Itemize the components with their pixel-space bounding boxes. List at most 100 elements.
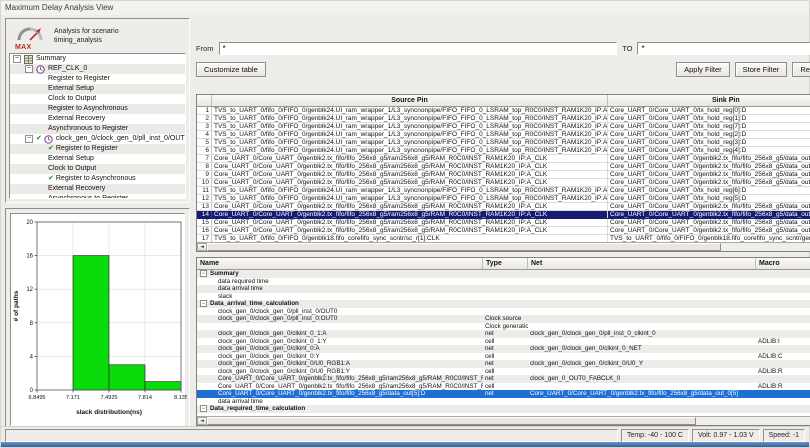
detail-row[interactable]: Core_UART_0/Core_UART_0/genblk2.tx_fifo/… — [197, 383, 810, 391]
tree-item-label: Register to Asynchronous — [48, 104, 128, 114]
path-detail-table: Name Type Net Macro −Summarydata require… — [196, 257, 810, 426]
path-row-8[interactable]: 8Core_UART_0/Core_UART_0/genblk2.tx_fifo… — [197, 163, 810, 171]
tree-item-register-to-asynchronous[interactable]: Register to Asynchronous — [10, 104, 185, 114]
scroll-left-icon[interactable]: ◄ — [197, 417, 207, 425]
path-row-16[interactable]: 16Core_UART_0/Core_UART_0/genblk2.tx_fif… — [197, 227, 810, 235]
detail-type-cell — [483, 300, 528, 308]
detail-macro-cell: ADLIB:R — [756, 383, 810, 391]
detail-hscroll-thumb[interactable] — [207, 417, 696, 425]
detail-row[interactable]: data required time — [197, 278, 810, 286]
tree-item-external-recovery[interactable]: External Recovery — [10, 184, 185, 194]
type-header[interactable]: Type — [483, 258, 528, 269]
detail-row[interactable]: clock_gen_0/clock_gen_0/pll_inst_0/OUT0 — [197, 308, 810, 316]
tree-item-external-setup[interactable]: External Setup — [10, 84, 185, 94]
detail-row[interactable]: slack — [197, 293, 810, 301]
tree-item-external-recovery[interactable]: External Recovery — [10, 114, 185, 124]
x-tick-label: 7.814 — [138, 395, 152, 401]
detail-net-cell — [528, 323, 756, 331]
detail-row[interactable]: −Data_required_time_calculation — [197, 405, 810, 413]
detail-name-text: Core_UART_0/Core_UART_0/genblk2.tx_fifo/… — [218, 375, 483, 383]
store-filter-button[interactable]: Store Filter — [735, 62, 788, 77]
reset-filter-button[interactable]: Reset Filter — [792, 62, 810, 77]
detail-expander-icon[interactable]: − — [200, 270, 207, 277]
paths-rows: 1TVS_to_UART_0/fifo_0/FIFO_0/genblk24.UI… — [197, 107, 810, 242]
paths-table: Source Pin Sink Pin 1TVS_to_UART_0/fifo_… — [196, 94, 810, 252]
detail-row[interactable]: Clock generation — [197, 323, 810, 331]
from-input[interactable] — [219, 42, 618, 55]
path-row-5[interactable]: 5TVS_to_UART_0/fifo_0/FIFO_0/genblk24.UI… — [197, 139, 810, 147]
path-row-11[interactable]: 11TVS_to_UART_0/fifo_0/FIFO_0/genblk24.U… — [197, 187, 810, 195]
path-row-7[interactable]: 7Core_UART_0/Core_UART_0/genblk2.tx_fifo… — [197, 155, 810, 163]
detail-macro-cell — [756, 330, 810, 338]
window-bottom-edge — [1, 442, 809, 447]
detail-row[interactable]: data arrival time — [197, 398, 810, 406]
row-number: 15 — [197, 219, 212, 226]
tree-item-clock-gen-0-clock-gen-0-pll-inst-0-out0[interactable]: −✔clock_gen_0/clock_gen_0/pll_inst_0/OUT… — [10, 134, 185, 144]
tree-item-clock-to-output[interactable]: Clock to Output — [10, 94, 185, 104]
detail-row[interactable]: data arrival time — [197, 285, 810, 293]
tree-item-label: Summary — [36, 54, 66, 64]
detail-row[interactable]: clock_gen_0/clock_gen_0/pll_inst_0:OUT0C… — [197, 315, 810, 323]
detail-row[interactable]: clock_gen_0/clock_gen_0/clkint_0_1:Ycell… — [197, 338, 810, 346]
detail-row[interactable]: −Summary — [197, 270, 810, 278]
detail-macro-cell: ADLIB:R — [756, 368, 810, 376]
path-row-4[interactable]: 4TVS_to_UART_0/fifo_0/FIFO_0/genblk24.UI… — [197, 131, 810, 139]
net-header[interactable]: Net — [528, 258, 756, 269]
tree-item-asynchronous-to-register[interactable]: Asynchronous to Register — [10, 124, 185, 134]
name-header[interactable]: Name — [197, 258, 483, 269]
tree-item-asynchronous-to-register[interactable]: Asynchronous to Register — [10, 194, 185, 199]
tree-item-summary[interactable]: − Summary — [10, 54, 185, 64]
source-pin-cell: TVS_to_UART_0/fifo_0/FIFO_0/genblk24.UI_… — [212, 107, 608, 114]
path-row-2[interactable]: 2TVS_to_UART_0/fifo_0/FIFO_0/genblk24.UI… — [197, 115, 810, 123]
detail-row[interactable]: Core_UART_0/Core_UART_0/genblk2.tx_fifo/… — [197, 390, 810, 398]
detail-row[interactable]: clock_gen_0/clock_gen_0/clkint_0:Anetclo… — [197, 345, 810, 353]
apply-filter-button[interactable]: Apply Filter — [676, 62, 730, 77]
path-row-17[interactable]: 17TVS_to_UART_0/fifo_0/FIFO_0/genblk18.f… — [197, 235, 810, 242]
detail-row[interactable]: −Data_arrival_time_calculation — [197, 300, 810, 308]
source-pin-header[interactable]: Source Pin — [212, 95, 608, 106]
detail-name-cell: slack — [197, 293, 483, 301]
detail-row[interactable]: clock_gen_0/clock_gen_0/clkint_0/U0_RGB1… — [197, 360, 810, 368]
path-row-13[interactable]: 13Core_UART_0/Core_UART_0/genblk2.tx_fif… — [197, 203, 810, 211]
tree-item-ref-clk-0[interactable]: −REF_CLK_0 — [10, 64, 185, 74]
tree-item-register-to-register[interactable]: Register to Register — [10, 74, 185, 84]
detail-name-text: data arrival time — [218, 398, 263, 406]
detail-expander-icon[interactable]: − — [200, 300, 207, 307]
scroll-left-icon[interactable]: ◄ — [197, 243, 207, 251]
tree-expander-icon[interactable]: − — [25, 135, 33, 143]
path-row-3[interactable]: 3TVS_to_UART_0/fifo_0/FIFO_0/genblk24.UI… — [197, 123, 810, 131]
detail-row[interactable]: clock_gen_0/clock_gen_0/clkint_0_1:Anetc… — [197, 330, 810, 338]
macro-header[interactable]: Macro — [756, 258, 810, 269]
detail-row[interactable]: clock_gen_0/clock_gen_0/clkint_0:YcellAD… — [197, 353, 810, 361]
path-row-10[interactable]: 10Core_UART_0/Core_UART_0/genblk2.tx_fif… — [197, 179, 810, 187]
detail-expander-icon[interactable]: − — [200, 405, 207, 412]
paths-hscrollbar[interactable]: ◄ ► — [197, 242, 810, 251]
detail-hscrollbar[interactable]: ◄ ► — [197, 416, 810, 425]
path-row-14[interactable]: 14Core_UART_0/Core_UART_0/genblk2.tx_fif… — [197, 211, 810, 219]
sink-pin-header[interactable]: Sink Pin — [608, 95, 810, 106]
tree-item-register-to-register[interactable]: ✔Register to Register — [10, 144, 185, 154]
detail-name-text: clock_gen_0/clock_gen_0/clkint_0_1:Y — [218, 338, 327, 346]
paths-hscroll-thumb[interactable] — [207, 243, 721, 251]
tree-item-label: External Setup — [48, 84, 94, 94]
to-input[interactable] — [637, 42, 810, 55]
tree-item-clock-to-output[interactable]: Clock to Output — [10, 164, 185, 174]
detail-row[interactable]: clock_gen_0/clock_gen_0/clkint_0/U0_RGB1… — [197, 368, 810, 376]
path-row-6[interactable]: 6TVS_to_UART_0/fifo_0/FIFO_0/genblk24.UI… — [197, 147, 810, 155]
tree-expander-icon[interactable]: − — [13, 55, 21, 63]
detail-name-cell: data required time — [197, 278, 483, 286]
tree-expander-icon[interactable]: − — [25, 65, 33, 73]
detail-type-cell: Clock generation — [483, 323, 528, 331]
detail-macro-cell — [756, 315, 810, 323]
tree-item-register-to-asynchronous[interactable]: ✔Register to Asynchronous — [10, 174, 185, 184]
path-row-9[interactable]: 9Core_UART_0/Core_UART_0/genblk2.tx_fifo… — [197, 171, 810, 179]
path-row-1[interactable]: 1TVS_to_UART_0/fifo_0/FIFO_0/genblk24.UI… — [197, 107, 810, 115]
path-row-15[interactable]: 15Core_UART_0/Core_UART_0/genblk2.tx_fif… — [197, 219, 810, 227]
row-number: 1 — [197, 107, 212, 114]
maximum-delay-analysis-window: Maximum Delay Analysis View MAX — [0, 0, 810, 448]
path-row-12[interactable]: 12TVS_to_UART_0/fifo_0/FIFO_0/genblk24.U… — [197, 195, 810, 203]
clock-icon — [44, 135, 53, 144]
tree-item-external-setup[interactable]: External Setup — [10, 154, 185, 164]
customize-table-button[interactable]: Customize table — [196, 62, 266, 77]
detail-row[interactable]: Core_UART_0/Core_UART_0/genblk2.tx_fifo/… — [197, 375, 810, 383]
